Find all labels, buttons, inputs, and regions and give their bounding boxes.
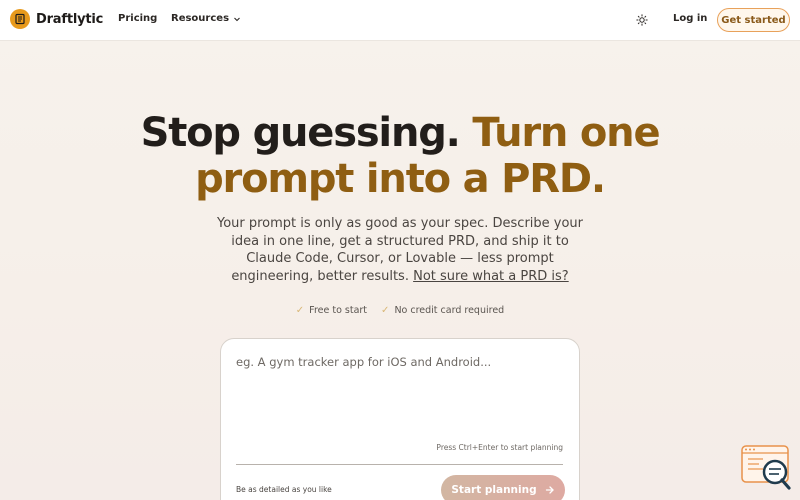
headline-part-1: Stop guessing. [140, 110, 461, 156]
top-navigation-bar: Draftlytic Pricing Resources Log in Get … [0, 0, 800, 41]
headline-part-2-second: prompt into a PRD. [195, 156, 606, 202]
prompt-input[interactable]: eg. A gym tracker app for iOS and Androi… [236, 355, 491, 369]
start-planning-label: Start planning [451, 484, 537, 496]
card-divider [236, 464, 563, 465]
logo-mark-icon [10, 9, 30, 29]
nav-pricing-link[interactable]: Pricing [118, 13, 157, 24]
headline-part-2-first: Turn one [472, 110, 660, 156]
what-is-prd-link[interactable]: Not sure what a PRD is? [413, 269, 569, 284]
hero-headline: Stop guessing. Turn one prompt into a PR… [0, 110, 800, 202]
hero-subtitle: Your prompt is only as good as your spec… [215, 215, 585, 285]
check-icon: ✓ [295, 305, 305, 316]
nav-resources-dropdown[interactable]: Resources [171, 13, 241, 24]
prompt-card: eg. A gym tracker app for iOS and Androi… [220, 338, 580, 500]
chat-search-icon [741, 445, 791, 490]
nav-pricing-label: Pricing [118, 13, 158, 24]
login-link[interactable]: Log in [673, 13, 707, 24]
theme-toggle-button[interactable] [634, 12, 650, 28]
perk-label: Free to start [309, 305, 368, 316]
start-planning-button[interactable]: Start planning [441, 475, 565, 500]
chevron-down-icon [234, 17, 240, 21]
brand-logo[interactable]: Draftlytic [10, 9, 103, 29]
detail-note: Be as detailed as you like [236, 485, 332, 494]
arrow-right-icon [545, 486, 554, 494]
perks-list: ✓ Free to start ✓ No credit card require… [0, 305, 800, 316]
nav-resources-label: Resources [171, 13, 230, 24]
check-icon: ✓ [381, 305, 390, 316]
perk-item: ✓ Free to start [296, 305, 367, 316]
perk-label: No credit card required [394, 305, 505, 316]
get-started-button[interactable]: Get started [717, 8, 790, 32]
brand-name: Draftlytic [36, 11, 104, 27]
perk-item: ✓ No credit card required [381, 305, 504, 316]
shortcut-hint: Press Ctrl+Enter to start planning [436, 443, 563, 452]
help-chat-widget[interactable] [741, 444, 793, 492]
sun-icon [636, 14, 648, 26]
